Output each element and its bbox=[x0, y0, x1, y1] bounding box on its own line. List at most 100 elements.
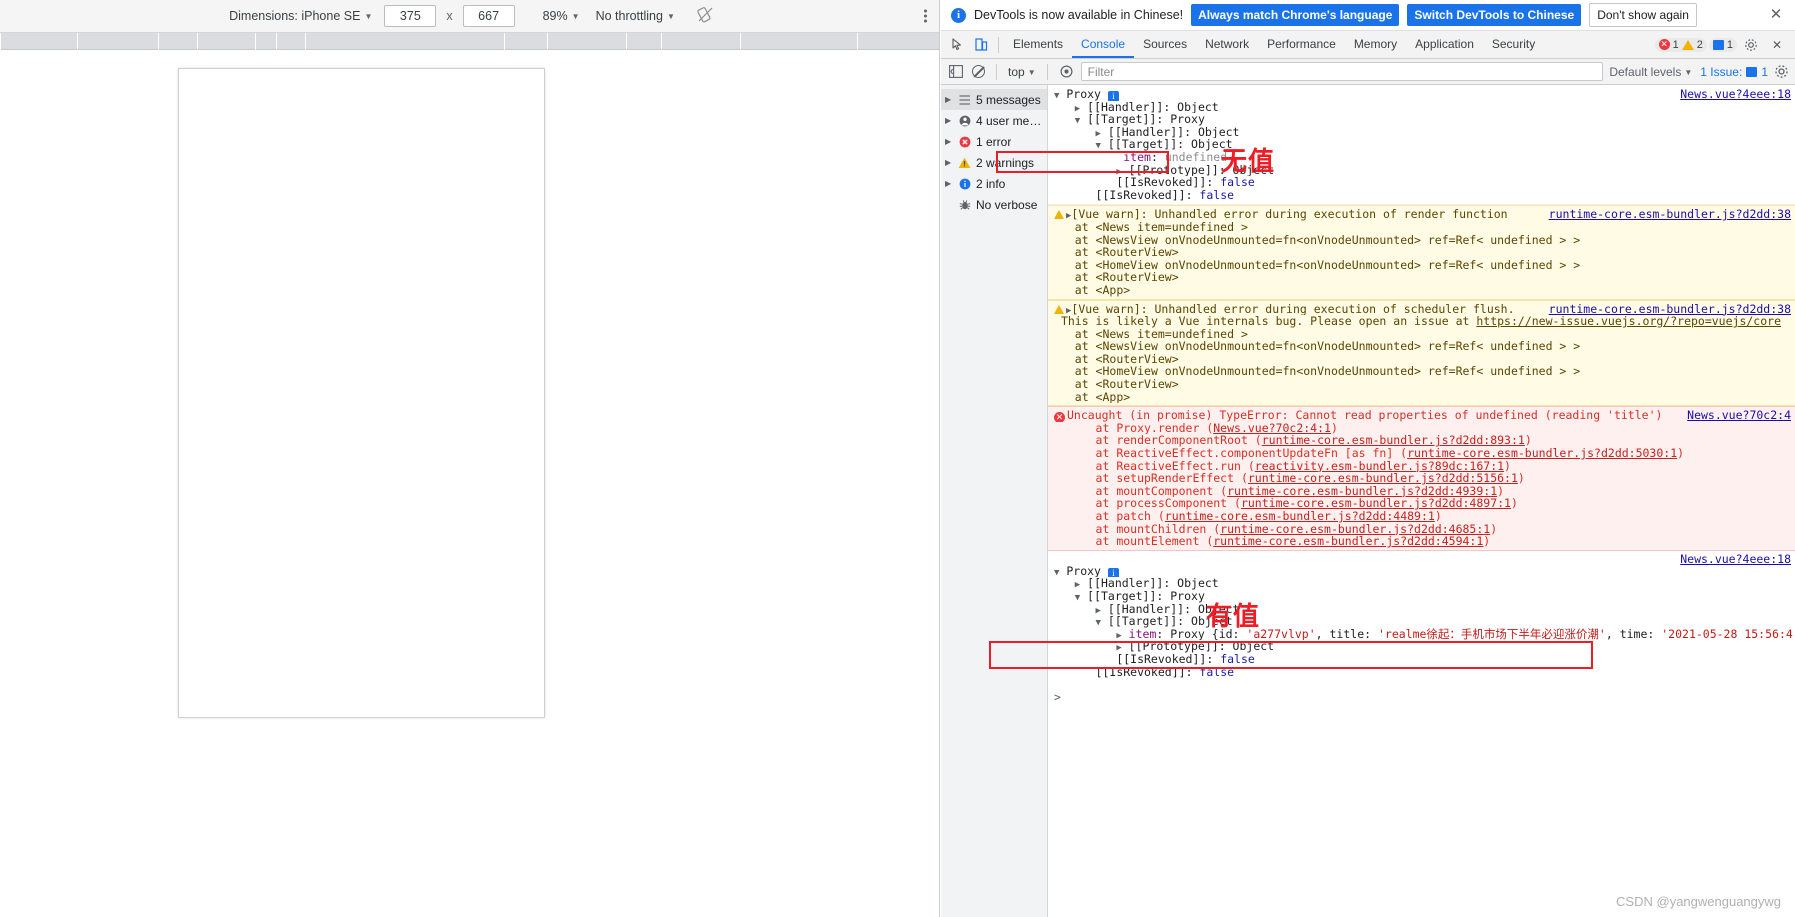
tab-performance[interactable]: Performance bbox=[1258, 31, 1345, 58]
console-message-proxy-with-value[interactable]: News.vue?4eee:18 Proxy i [[Handler]]: Ob… bbox=[1048, 550, 1795, 682]
disclosure-triangle-icon[interactable] bbox=[1096, 129, 1101, 139]
log-line[interactable]: [[IsRevoked]]: false bbox=[1048, 666, 1795, 679]
console-prompt[interactable]: > bbox=[1048, 691, 1795, 704]
source-anchor[interactable]: News.vue?70c2:4 bbox=[1687, 409, 1791, 422]
disclosure-triangle-icon[interactable] bbox=[1116, 167, 1121, 177]
log-line[interactable]: [[Target]]: Object bbox=[1048, 138, 1795, 151]
tab-sources[interactable]: Sources bbox=[1134, 31, 1196, 58]
tab-memory[interactable]: Memory bbox=[1345, 31, 1406, 58]
log-line[interactable]: [[Target]]: Proxy bbox=[1048, 590, 1795, 603]
stack-link[interactable]: runtime-core.esm-bundler.js?d2dd:5030:1 bbox=[1407, 447, 1677, 460]
device-viewport-frame[interactable] bbox=[178, 68, 545, 718]
log-line-item-value[interactable]: item: Proxy {id: 'a277vlvp', title: 'rea… bbox=[1048, 628, 1795, 641]
execution-context-select[interactable]: top ▼ bbox=[1008, 65, 1036, 79]
log-line[interactable]: [[Target]]: Proxy bbox=[1048, 113, 1795, 126]
close-icon[interactable]: ✕ bbox=[1767, 6, 1785, 24]
console-message-list[interactable]: News.vue?4eee:18 Proxy i [[Handler]]: Ob… bbox=[1048, 85, 1795, 917]
tab-security[interactable]: Security bbox=[1483, 31, 1544, 58]
console-message-proxy-undefined[interactable]: News.vue?4eee:18 Proxy i [[Handler]]: Ob… bbox=[1048, 85, 1795, 206]
stack-frame[interactable]: at Proxy.render (News.vue?70c2:4:1) bbox=[1048, 422, 1795, 435]
disclosure-triangle-icon[interactable] bbox=[1075, 593, 1080, 603]
log-line[interactable]: [[Prototype]]: Object bbox=[1048, 640, 1795, 653]
log-line[interactable]: [[Handler]]: Object bbox=[1048, 101, 1795, 114]
log-line[interactable]: [[Handler]]: Object bbox=[1048, 577, 1795, 590]
log-line[interactable]: [[Prototype]]: Object bbox=[1048, 164, 1795, 177]
source-anchor[interactable]: runtime-core.esm-bundler.js?d2dd:38 bbox=[1549, 208, 1791, 221]
sidebar-item-errors[interactable]: 1 error bbox=[941, 131, 1047, 152]
log-line[interactable]: [[Target]]: Object bbox=[1048, 615, 1795, 628]
log-line[interactable]: [[Handler]]: Object bbox=[1048, 603, 1795, 616]
disclosure-triangle-icon[interactable] bbox=[1075, 580, 1080, 590]
issues-counter[interactable]: 1 bbox=[1708, 37, 1737, 52]
dont-show-again-button[interactable]: Don't show again bbox=[1589, 3, 1697, 27]
log-line[interactable]: Proxy i bbox=[1048, 565, 1795, 578]
live-expression-icon[interactable] bbox=[1059, 64, 1075, 79]
tab-application[interactable]: Application bbox=[1406, 31, 1483, 58]
stack-link[interactable]: News.vue?70c2:4:1 bbox=[1213, 422, 1331, 435]
log-line[interactable]: [[IsRevoked]]: false bbox=[1048, 653, 1795, 666]
disclosure-triangle-icon[interactable] bbox=[1116, 631, 1121, 641]
stack-frame[interactable]: at ReactiveEffect.componentUpdateFn [as … bbox=[1048, 447, 1795, 460]
show-console-sidebar-icon[interactable] bbox=[946, 63, 966, 81]
device-more-options-button[interactable] bbox=[924, 9, 927, 23]
disclosure-triangle-icon[interactable] bbox=[1075, 104, 1080, 114]
tab-network[interactable]: Network bbox=[1196, 31, 1258, 58]
console-message-warning-render[interactable]: runtime-core.esm-bundler.js?d2dd:38 [Vue… bbox=[1048, 205, 1795, 300]
sidebar-item-user-messages[interactable]: 4 user mess… bbox=[941, 110, 1047, 131]
stack-link[interactable]: runtime-core.esm-bundler.js?d2dd:4489:1 bbox=[1165, 510, 1435, 523]
log-line-item-undefined[interactable]: item: undefined bbox=[1048, 151, 1795, 164]
error-warning-counter[interactable]: ✕ 1 2 bbox=[1654, 37, 1707, 52]
rotate-icon[interactable] bbox=[697, 6, 714, 26]
source-anchor[interactable]: runtime-core.esm-bundler.js?d2dd:38 bbox=[1549, 302, 1791, 316]
sidebar-item-all-messages[interactable]: 5 messages bbox=[941, 89, 1047, 110]
throttling-select[interactable]: No throttling ▼ bbox=[592, 7, 679, 25]
vue-issue-link[interactable]: https://new-issue.vuejs.org/?repo=vuejs/… bbox=[1476, 315, 1781, 328]
stack-frame[interactable]: at ReactiveEffect.run (reactivity.esm-bu… bbox=[1048, 460, 1795, 473]
console-message-error-typeerror[interactable]: News.vue?70c2:4 ✕ Uncaught (in promise) T… bbox=[1048, 406, 1795, 551]
source-anchor[interactable]: News.vue?4eee:18 bbox=[1680, 553, 1791, 566]
tab-console[interactable]: Console bbox=[1072, 31, 1134, 58]
device-dimensions-select[interactable]: Dimensions: iPhone SE ▼ bbox=[225, 7, 376, 25]
error-head-line[interactable]: ✕ Uncaught (in promise) TypeError: Cannot… bbox=[1048, 409, 1795, 422]
log-levels-select[interactable]: Default levels ▼ bbox=[1609, 65, 1694, 79]
stack-link[interactable]: runtime-core.esm-bundler.js?d2dd:4897:1 bbox=[1241, 497, 1511, 510]
stack-link[interactable]: runtime-core.esm-bundler.js?d2dd:5156:1 bbox=[1248, 472, 1518, 485]
disclosure-triangle-icon[interactable] bbox=[1116, 643, 1121, 653]
stack-link[interactable]: runtime-core.esm-bundler.js?d2dd:4939:1 bbox=[1227, 485, 1497, 498]
stack-frame[interactable]: at setupRenderEffect (runtime-core.esm-b… bbox=[1048, 472, 1795, 485]
switch-devtools-language-button[interactable]: Switch DevTools to Chinese bbox=[1407, 4, 1582, 26]
close-devtools-icon[interactable]: ✕ bbox=[1765, 34, 1789, 56]
stack-frame[interactable]: at patch (runtime-core.esm-bundler.js?d2… bbox=[1048, 510, 1795, 523]
zoom-select[interactable]: 89% ▼ bbox=[539, 7, 584, 25]
gear-icon[interactable] bbox=[1739, 34, 1763, 56]
clear-console-icon[interactable] bbox=[972, 65, 985, 78]
stack-link[interactable]: runtime-core.esm-bundler.js?d2dd:893:1 bbox=[1262, 434, 1525, 447]
stack-frame[interactable]: at renderComponentRoot (runtime-core.esm… bbox=[1048, 434, 1795, 447]
console-message-warning-scheduler[interactable]: runtime-core.esm-bundler.js?d2dd:38 [Vue… bbox=[1048, 299, 1795, 407]
always-match-language-button[interactable]: Always match Chrome's language bbox=[1191, 4, 1400, 26]
issues-bar-button[interactable]: 1 Issue: 1 bbox=[1700, 65, 1768, 79]
stack-frame[interactable]: at processComponent (runtime-core.esm-bu… bbox=[1048, 497, 1795, 510]
disclosure-triangle-icon[interactable] bbox=[1096, 141, 1101, 151]
console-filter-input[interactable] bbox=[1080, 62, 1604, 81]
disclosure-triangle-icon[interactable] bbox=[1096, 606, 1101, 616]
log-line[interactable]: [[IsRevoked]]: false bbox=[1048, 189, 1795, 202]
log-line[interactable]: [[Handler]]: Object bbox=[1048, 126, 1795, 139]
console-settings-icon[interactable] bbox=[1774, 64, 1790, 80]
device-toolbar-icon[interactable] bbox=[969, 34, 993, 56]
stack-link[interactable]: reactivity.esm-bundler.js?89dc:167:1 bbox=[1255, 460, 1504, 473]
tab-elements[interactable]: Elements bbox=[1004, 31, 1072, 58]
source-anchor[interactable]: News.vue?4eee:18 bbox=[1680, 88, 1791, 101]
viewport-width-input[interactable] bbox=[384, 5, 437, 27]
sidebar-item-info[interactable]: 2 info bbox=[941, 173, 1047, 194]
inspect-cursor-icon[interactable] bbox=[945, 34, 969, 56]
sidebar-item-verbose[interactable]: No verbose bbox=[941, 194, 1047, 215]
disclosure-triangle-icon[interactable] bbox=[1096, 618, 1101, 628]
sidebar-item-warnings[interactable]: 2 warnings bbox=[941, 152, 1047, 173]
stack-frame[interactable]: at mountChildren (runtime-core.esm-bundl… bbox=[1048, 523, 1795, 536]
stack-link[interactable]: runtime-core.esm-bundler.js?d2dd:4685:1 bbox=[1220, 523, 1490, 536]
viewport-height-input[interactable] bbox=[462, 5, 515, 27]
stack-frame[interactable]: at mountElement (runtime-core.esm-bundle… bbox=[1048, 535, 1795, 548]
log-line[interactable]: [[IsRevoked]]: false bbox=[1048, 176, 1795, 189]
stack-frame[interactable]: at mountComponent (runtime-core.esm-bund… bbox=[1048, 485, 1795, 498]
